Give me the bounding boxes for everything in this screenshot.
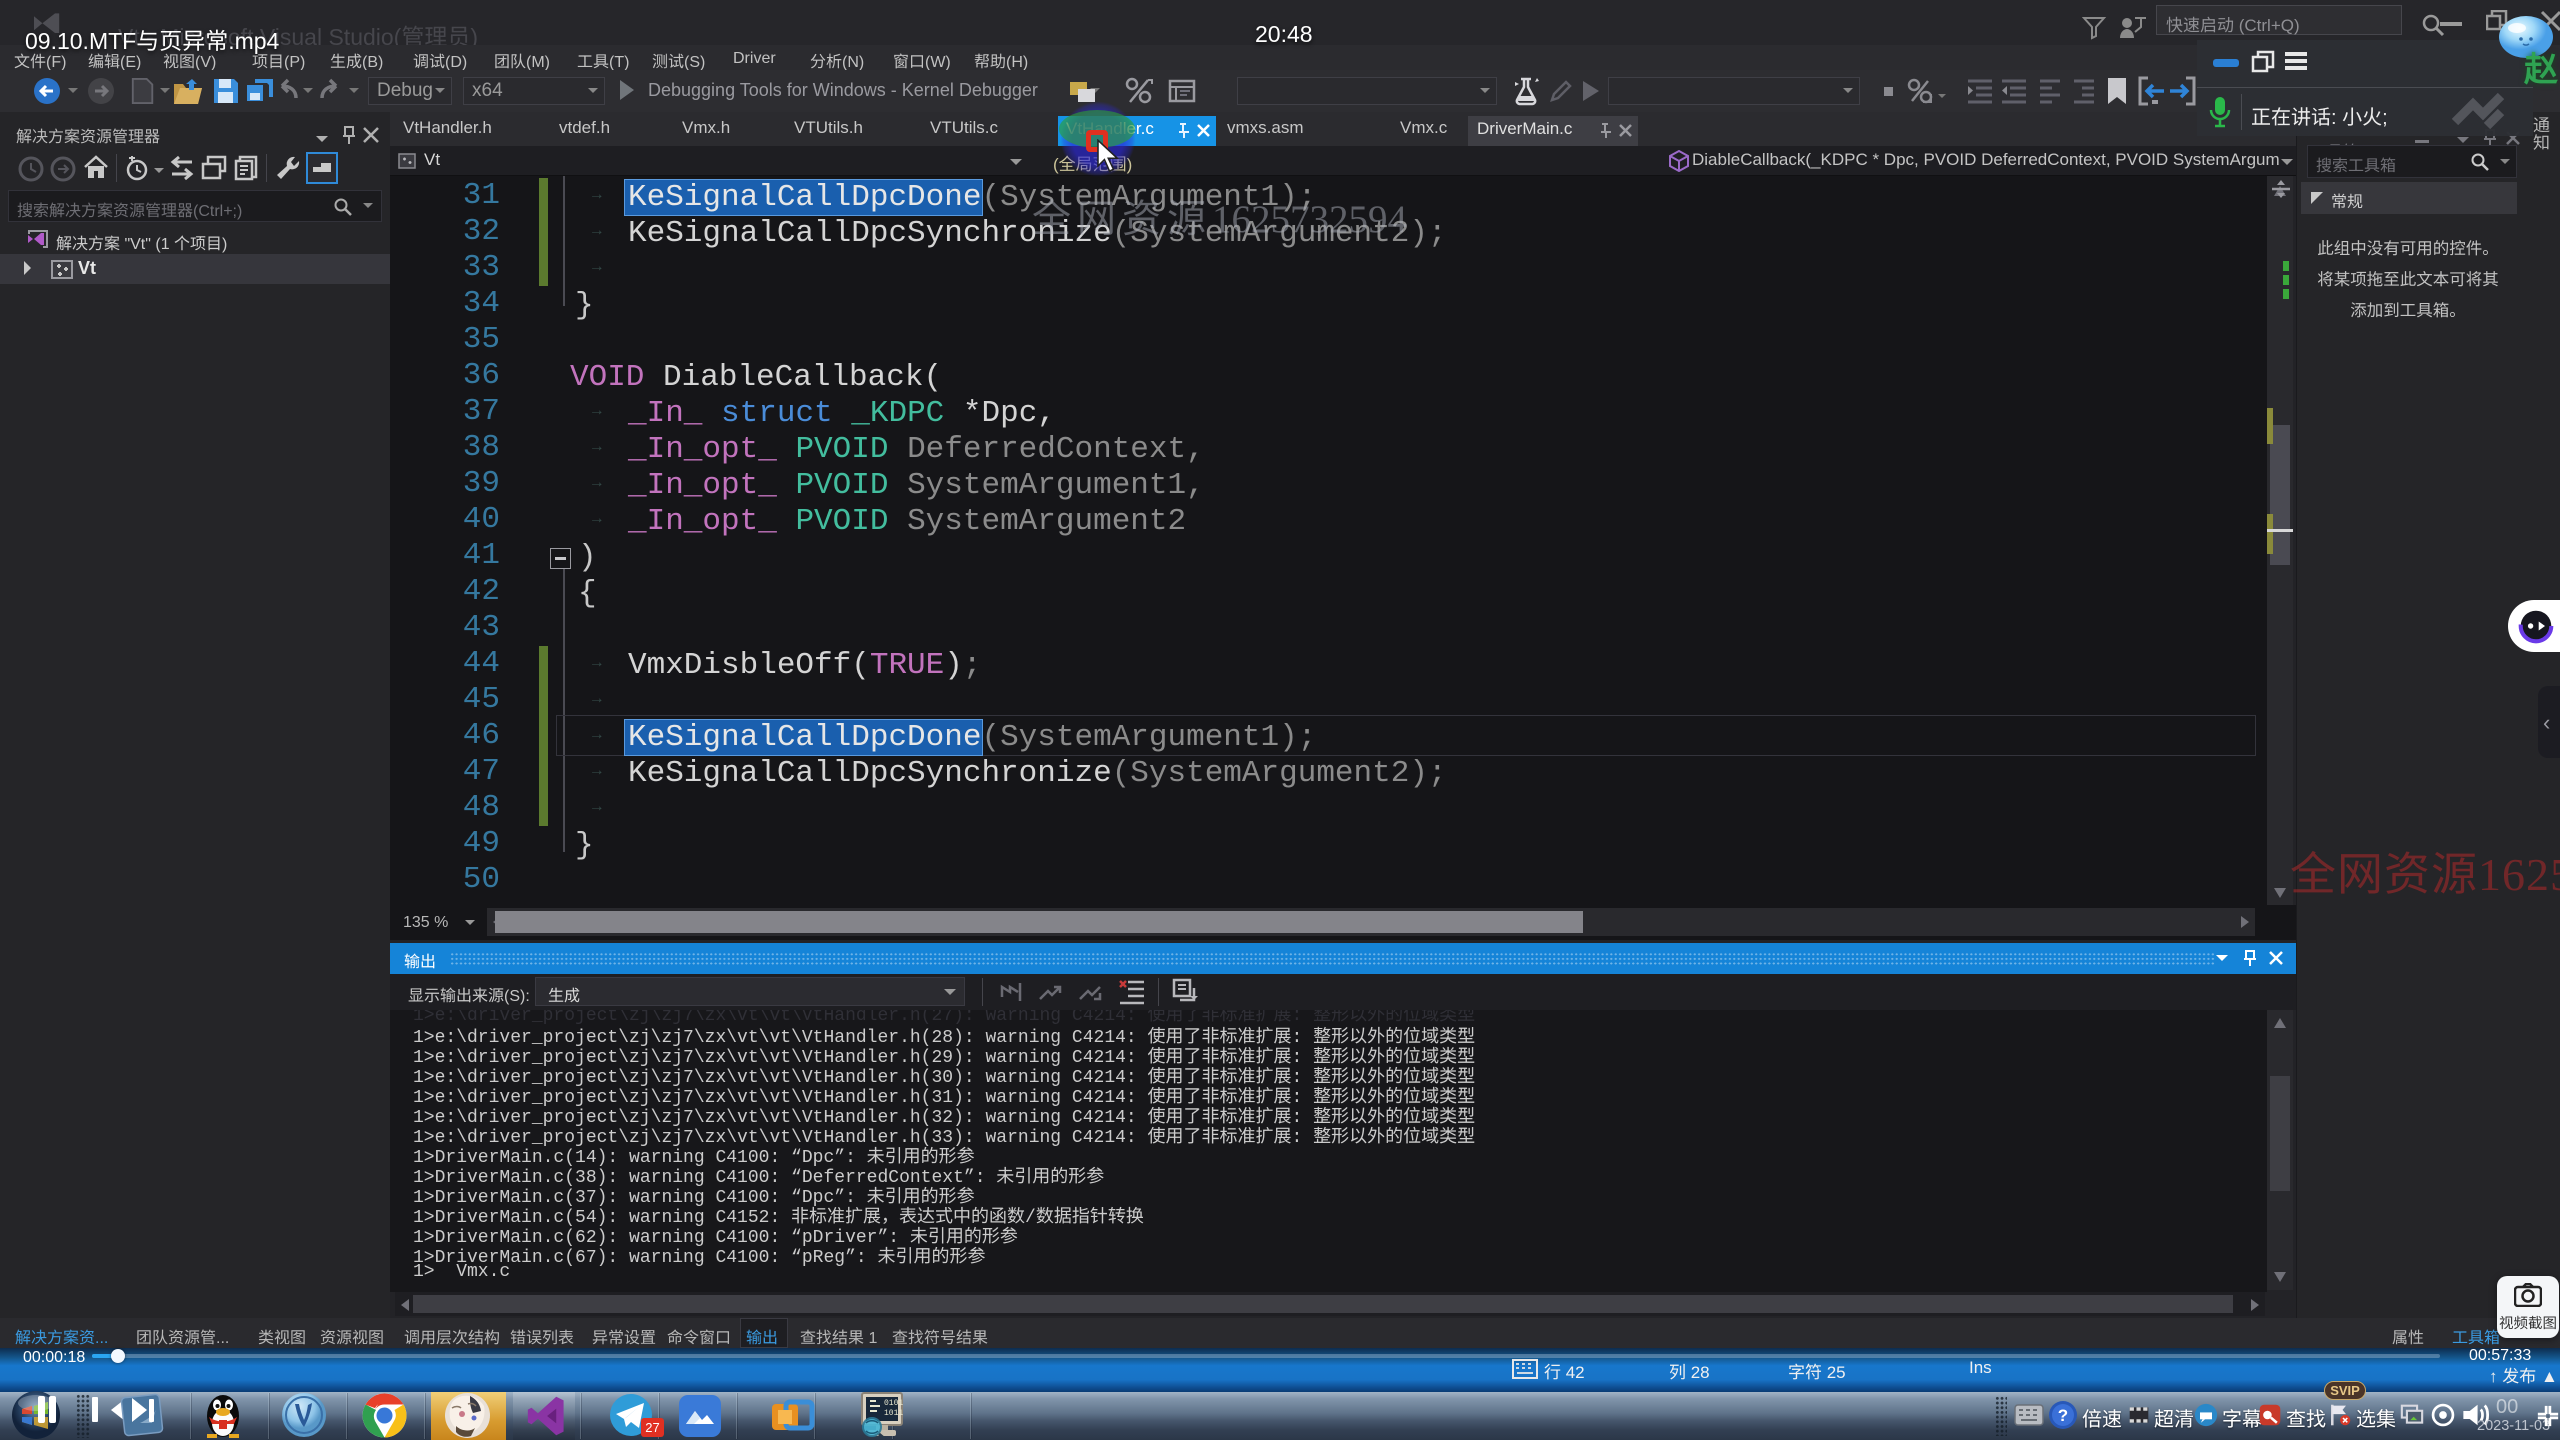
svg-text:1011: 1011 [884, 1409, 903, 1418]
svg-text:?: ? [2058, 1406, 2068, 1425]
svg-text:0101: 0101 [884, 1399, 903, 1408]
